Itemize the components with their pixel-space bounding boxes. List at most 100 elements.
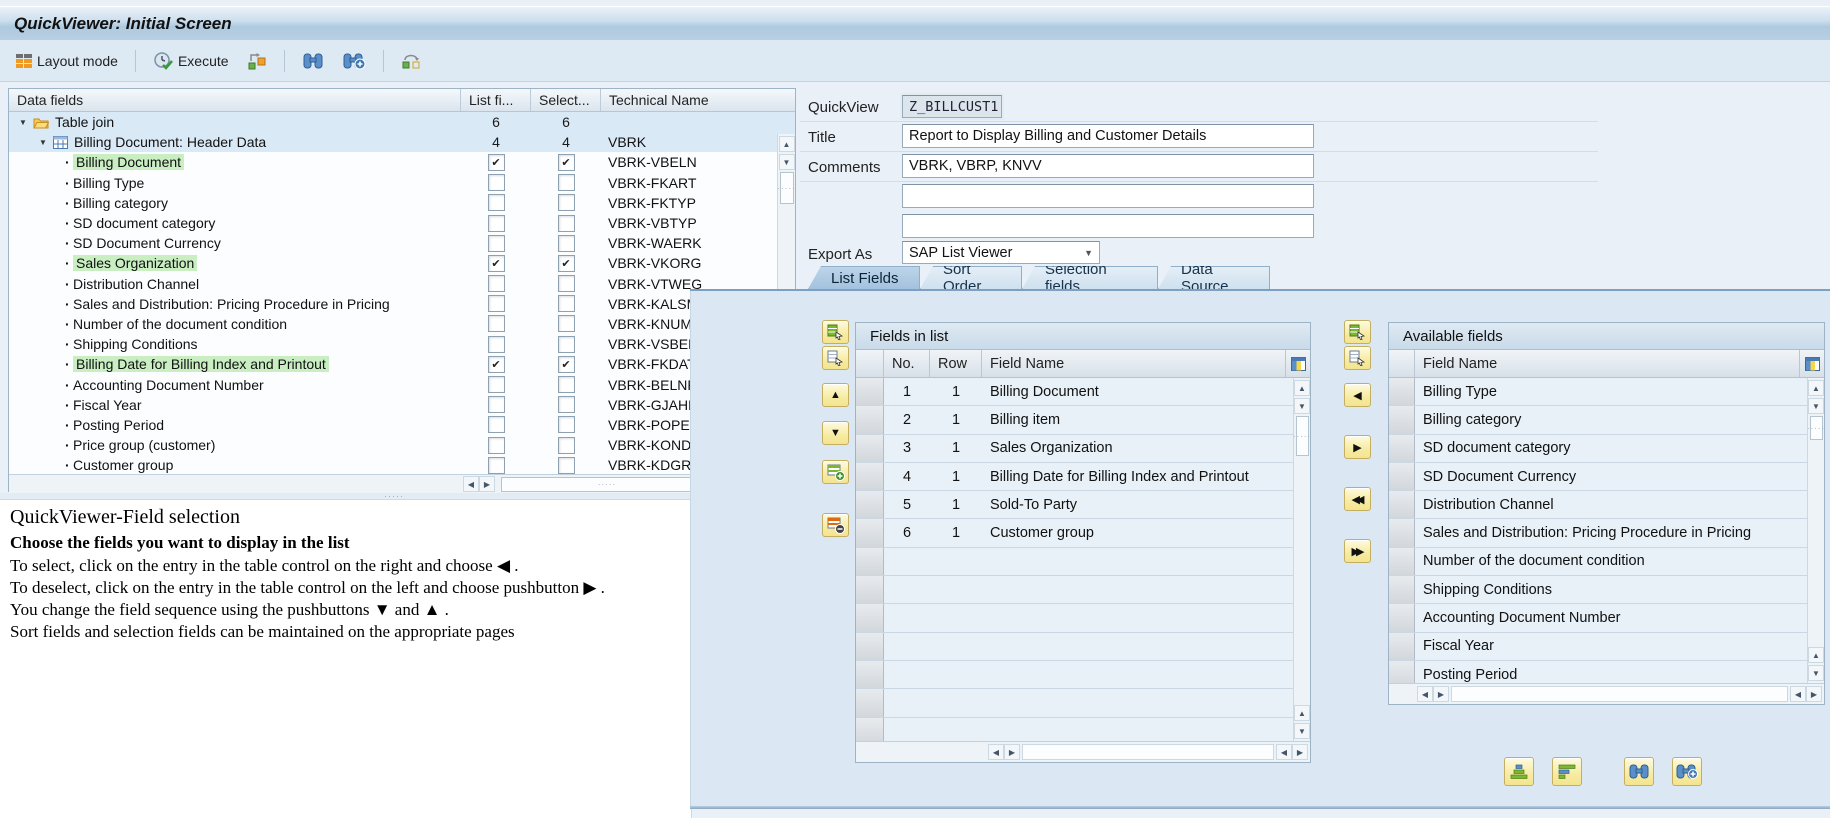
layout-mode-button[interactable]: Layout mode (10, 50, 124, 72)
column-header-technical-name[interactable]: Technical Name (601, 89, 795, 111)
scroll-left-button[interactable] (1276, 744, 1292, 760)
selection-checkbox[interactable] (557, 396, 575, 414)
selection-checkbox[interactable] (557, 254, 575, 272)
list-row[interactable]: 3 1 Sales Organization (856, 434, 1310, 463)
selection-checkbox[interactable] (557, 355, 575, 373)
tree-row-table-join[interactable]: Table join 6 6 (9, 112, 795, 133)
row-selector[interactable] (1389, 519, 1415, 547)
find-button[interactable] (296, 49, 330, 73)
available-row[interactable]: Sales and Distribution: Pricing Procedur… (1389, 519, 1824, 548)
move-field-down-button[interactable]: ▼ (822, 421, 849, 445)
list-row[interactable]: 4 1 Billing Date for Billing Index and Pri… (856, 462, 1310, 492)
tree-row-field[interactable]: Billing Date for Billing Index and Print… (9, 354, 795, 374)
row-selector[interactable] (1389, 660, 1415, 683)
quickview-field[interactable]: Z_BILLCUST1 (902, 95, 1002, 118)
list-field-checkbox[interactable] (487, 376, 505, 394)
comments-field[interactable]: VBRK, VBRP, KNVV (902, 154, 1314, 178)
row-selector[interactable] (856, 519, 884, 547)
selection-checkbox[interactable] (557, 234, 575, 252)
available-row[interactable]: Posting Period (1389, 660, 1824, 683)
scroll-right-button[interactable] (1292, 744, 1308, 760)
list-row[interactable]: 6 1 Customer group (856, 519, 1310, 548)
scroll-down-button[interactable] (1808, 398, 1824, 414)
row-selector[interactable] (856, 491, 884, 519)
scrollbar-thumb[interactable] (501, 476, 713, 492)
selection-checkbox[interactable] (557, 275, 575, 293)
tree-row-field[interactable]: Billing category VBRK-FKTYP (9, 193, 795, 213)
list-row-empty[interactable] (856, 576, 1310, 605)
list-horizontal-scrollbar[interactable] (856, 741, 1310, 762)
available-row[interactable]: Billing category (1389, 406, 1824, 435)
selection-checkbox[interactable] (557, 214, 575, 232)
available-row[interactable]: Fiscal Year (1389, 632, 1824, 661)
add-all-fields-button[interactable]: ◀◀ (1344, 487, 1371, 511)
tree-row-field[interactable]: SD Document Currency VBRK-WAERK (9, 233, 795, 253)
expander-icon[interactable] (19, 118, 33, 127)
row-selector[interactable] (856, 547, 884, 576)
row-selector[interactable] (1389, 547, 1415, 576)
deselect-all-rows-button[interactable] (822, 346, 849, 370)
scroll-right-button[interactable] (1806, 686, 1822, 702)
scroll-down-button[interactable] (778, 154, 795, 170)
find-next-field-button[interactable] (1672, 757, 1702, 786)
column-header-field-name[interactable]: Field Name (982, 350, 1286, 377)
find-next-button[interactable] (336, 49, 372, 73)
add-field-button[interactable]: ◀ (1344, 383, 1371, 407)
list-field-checkbox[interactable] (487, 254, 505, 272)
scroll-left-button[interactable] (463, 476, 479, 492)
selection-checkbox[interactable] (557, 295, 575, 313)
list-field-checkbox[interactable] (487, 335, 505, 353)
row-selector[interactable] (1389, 434, 1415, 462)
tree-row-field[interactable]: Fiscal Year VBRK-GJAHR (9, 395, 795, 415)
list-field-checkbox[interactable] (487, 416, 505, 434)
list-field-checkbox[interactable] (487, 174, 505, 192)
refresh-mapping-button[interactable] (395, 49, 427, 73)
tree-row-field[interactable]: Shipping Conditions VBRK-VSBED (9, 334, 795, 354)
tab-data-source[interactable]: Data Source (1158, 266, 1270, 289)
insert-line-button[interactable] (822, 460, 849, 484)
row-selector[interactable] (1389, 378, 1415, 406)
remove-all-fields-button[interactable]: ▶▶ (1344, 539, 1371, 563)
scroll-up-button[interactable] (1294, 380, 1310, 396)
list-field-checkbox[interactable] (487, 396, 505, 414)
available-vertical-scrollbar[interactable] (1807, 378, 1824, 683)
tree-row-field[interactable]: Price group (customer) VBRK-KONDA (9, 435, 795, 455)
selector-column-header[interactable] (856, 350, 884, 377)
list-row-empty[interactable] (856, 547, 1310, 577)
row-selector[interactable] (1389, 632, 1415, 660)
selector-column-header[interactable] (1389, 350, 1415, 377)
list-field-checkbox[interactable] (487, 295, 505, 313)
tree-row-field[interactable]: Distribution Channel VBRK-VTWEG (9, 274, 795, 294)
comments-field-3[interactable] (902, 214, 1314, 238)
list-vertical-scrollbar[interactable] (1293, 378, 1310, 741)
row-selector[interactable] (856, 604, 884, 632)
scrollbar-thumb[interactable] (1809, 416, 1823, 440)
scrollbar-thumb[interactable] (1295, 416, 1309, 456)
column-header-selection[interactable]: Select... (531, 89, 601, 111)
tree-row-field[interactable]: Billing Type VBRK-FKART (9, 173, 795, 193)
scrollbar-track[interactable] (1451, 686, 1788, 702)
list-field-checkbox[interactable] (487, 456, 505, 474)
select-all-rows-button[interactable] (822, 320, 849, 344)
tree-row-field[interactable]: Accounting Document Number VBRK-BELNR (9, 374, 795, 394)
sort-ascending-button[interactable] (1504, 757, 1534, 786)
list-row[interactable]: 2 1 Billing item (856, 406, 1310, 435)
move-field-up-button[interactable]: ▲ (822, 383, 849, 407)
row-selector[interactable] (1389, 576, 1415, 604)
list-row-empty[interactable] (856, 632, 1310, 661)
scrollbar-thumb[interactable] (779, 172, 794, 204)
list-row-empty[interactable] (856, 604, 1310, 633)
available-row[interactable]: Accounting Document Number (1389, 604, 1824, 633)
scrollbar-track[interactable] (1022, 744, 1274, 760)
row-selector[interactable] (856, 406, 884, 434)
scroll-down-button[interactable] (1294, 398, 1310, 414)
list-row-empty[interactable] (856, 689, 1310, 718)
row-selector[interactable] (856, 660, 884, 689)
tab-selection-fields[interactable]: Selection fields (1022, 266, 1158, 289)
available-row[interactable]: SD Document Currency (1389, 462, 1824, 492)
selection-checkbox[interactable] (557, 194, 575, 212)
scroll-down-button[interactable] (1294, 723, 1310, 739)
list-field-checkbox[interactable] (487, 436, 505, 454)
sort-descending-button[interactable] (1552, 757, 1582, 786)
scroll-right-button[interactable] (479, 476, 495, 492)
